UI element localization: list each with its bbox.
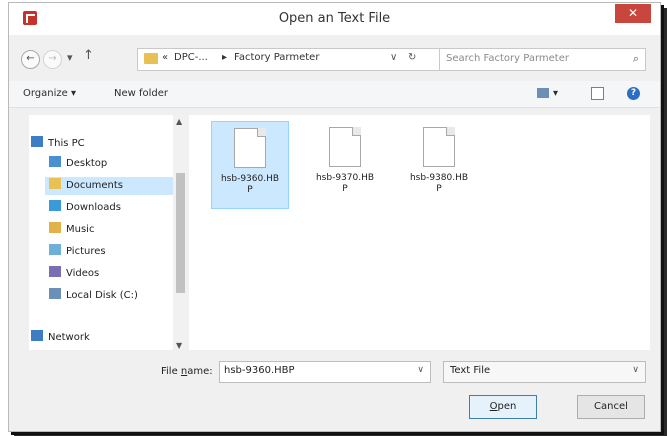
cancel-button[interactable]: Cancel: [577, 395, 645, 419]
help-icon[interactable]: ?: [627, 87, 640, 100]
file-item[interactable]: hsb-9380.HBP: [401, 121, 477, 207]
videos-folder-icon: [49, 266, 61, 277]
navigation-scrollbar[interactable]: ▲ ▼: [173, 115, 187, 350]
new-folder-button[interactable]: New folder: [114, 88, 168, 99]
search-box[interactable]: Search Factory Parmeter ⌕: [439, 48, 646, 71]
forward-button[interactable]: →: [43, 50, 62, 69]
network-icon: [31, 330, 43, 341]
scrollbar-thumb[interactable]: [176, 173, 185, 293]
navigation-pane: This PC Desktop Documents Downloads Musi…: [29, 115, 178, 350]
sidebar-item-videos[interactable]: Videos: [49, 265, 99, 283]
sidebar-item-music[interactable]: Music: [49, 221, 94, 239]
file-type-select[interactable]: Text File ∨: [443, 361, 646, 383]
close-button[interactable]: ✕: [615, 4, 651, 23]
filename-label: File name:: [161, 366, 213, 377]
organize-button[interactable]: Organize ▾: [23, 88, 76, 99]
breadcrumb-current[interactable]: Factory Parmeter: [234, 52, 319, 63]
file-name: hsb-9370.HBP: [315, 173, 375, 194]
search-icon[interactable]: ⌕: [633, 52, 639, 66]
address-dropdown-icon[interactable]: ∨: [390, 52, 397, 63]
sidebar-item-this-pc[interactable]: This PC: [31, 135, 85, 153]
pictures-folder-icon: [49, 244, 61, 255]
scroll-up-arrow-icon[interactable]: ▲: [176, 117, 182, 126]
back-button[interactable]: ←: [21, 50, 40, 69]
recent-locations-button[interactable]: ▾: [67, 51, 73, 64]
preview-pane-icon[interactable]: [591, 87, 604, 100]
sidebar-item-documents[interactable]: Documents: [45, 177, 178, 195]
file-item[interactable]: hsb-9360.HBP: [211, 121, 289, 209]
change-view-icon[interactable]: [537, 88, 549, 98]
dialog-footer: File name: hsb-9360.HBP ∨ Text File ∨ Op…: [9, 355, 660, 431]
title-bar: Open an Text File ✕: [9, 3, 660, 35]
breadcrumb-overflow[interactable]: «: [162, 52, 168, 63]
command-toolbar: Organize ▾ New folder ▾ ?: [9, 81, 660, 108]
view-options-dropdown[interactable]: ▾: [553, 88, 558, 99]
dialog-title: Open an Text File: [278, 11, 391, 26]
breadcrumb-parent[interactable]: DPC-...: [174, 52, 208, 63]
file-list: hsb-9360.HBP hsb-9370.HBP hsb-9380.HBP: [189, 115, 650, 350]
navigation-bar: ← → ▾ ↑ « DPC-... ▸ Factory Parmeter ∨ ↻…: [9, 45, 660, 73]
file-type-dropdown-icon[interactable]: ∨: [632, 365, 639, 375]
open-button[interactable]: Open: [469, 395, 537, 419]
text-file-icon: [329, 127, 361, 167]
downloads-folder-icon: [49, 200, 61, 211]
disk-icon: [49, 288, 61, 299]
sidebar-item-pictures[interactable]: Pictures: [49, 243, 106, 261]
refresh-icon[interactable]: ↻: [408, 52, 416, 63]
sidebar-item-network[interactable]: Network: [31, 329, 90, 347]
filename-field[interactable]: hsb-9360.HBP ∨: [219, 361, 431, 383]
file-type-value: Text File: [450, 365, 491, 376]
filename-value[interactable]: hsb-9360.HBP: [224, 365, 295, 376]
address-bar[interactable]: « DPC-... ▸ Factory Parmeter ∨ ↻: [137, 48, 459, 71]
up-button[interactable]: ↑: [83, 48, 94, 63]
search-input[interactable]: Search Factory Parmeter: [446, 53, 569, 64]
file-name: hsb-9380.HBP: [409, 173, 469, 194]
folder-icon: [144, 53, 158, 64]
music-folder-icon: [49, 222, 61, 233]
sidebar-item-desktop[interactable]: Desktop: [49, 155, 107, 173]
breadcrumb-separator: ▸: [222, 52, 228, 63]
computer-icon: [31, 136, 43, 147]
scroll-down-arrow-icon[interactable]: ▼: [176, 341, 182, 350]
file-name: hsb-9360.HBP: [220, 174, 280, 195]
text-file-icon: [423, 127, 455, 167]
sidebar-item-local-disk[interactable]: Local Disk (C:): [49, 287, 138, 305]
text-file-icon: [234, 128, 266, 168]
filename-dropdown-icon[interactable]: ∨: [417, 365, 424, 375]
sidebar-item-downloads[interactable]: Downloads: [49, 199, 121, 217]
open-file-dialog: Open an Text File ✕ ← → ▾ ↑ « DPC-... ▸ …: [8, 2, 661, 432]
documents-folder-icon: [49, 178, 61, 189]
file-item[interactable]: hsb-9370.HBP: [307, 121, 383, 207]
desktop-folder-icon: [49, 156, 61, 167]
